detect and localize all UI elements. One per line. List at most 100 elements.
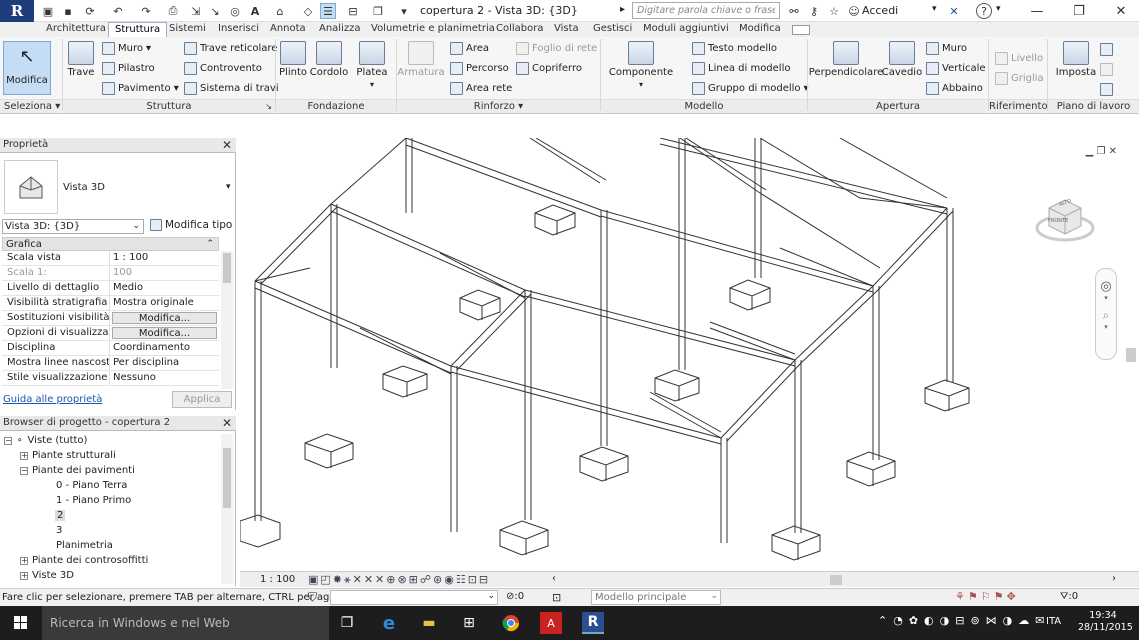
group-seleziona[interactable]: Seleziona ▾ [0, 99, 62, 113]
close-hidden-icon[interactable]: ⊟ [345, 3, 361, 19]
design-option-dropdown[interactable]: Modello principale ⌄ [591, 590, 721, 605]
tree-item[interactable]: 3 [56, 525, 62, 536]
platea-button[interactable]: Platea ▾ [354, 41, 390, 89]
scroll-thumb[interactable] [223, 448, 231, 508]
edit-display-options-button[interactable]: Modifica... [112, 327, 217, 339]
3d-viewport[interactable]: ▁ ❐ ✕ ALTO FRONTE ◎ ▾ ⌕ ▾ [240, 138, 1139, 571]
apply-button[interactable]: Applica [172, 391, 232, 408]
copriferro-button[interactable]: Copriferro [516, 62, 582, 75]
percorso-button[interactable]: Percorso [450, 62, 509, 75]
favorites-star-icon[interactable]: ☆ [826, 3, 842, 19]
task-view-icon[interactable]: ❐ [336, 612, 358, 634]
property-row[interactable]: Disciplina Coordinamento [2, 341, 219, 356]
perpendicolare-button[interactable]: Perpendicolare [809, 41, 883, 78]
muro-apertura-button[interactable]: Muro [926, 42, 967, 55]
restore-icon[interactable]: ❐ [1062, 0, 1096, 22]
search-expand-icon[interactable]: ▸ [620, 4, 625, 15]
binoculars-icon[interactable]: ⚯ [786, 3, 802, 19]
tree-item[interactable]: − ⚬ Viste (tutto) [4, 435, 87, 446]
section-grafica[interactable]: Grafica ⌃ [2, 237, 219, 251]
show-workplane-icon[interactable] [1100, 43, 1113, 56]
gruppo-modello-button[interactable]: Gruppo di modello ▾ [692, 82, 809, 95]
tab-moduli-aggiuntivi[interactable]: Moduli aggiuntivi [637, 22, 735, 37]
tree-item[interactable]: Planimetria [56, 540, 113, 551]
system-tray-icons[interactable]: ⌃◔✿◐◑⊟⊚⋈◑☁✉ [878, 614, 1050, 627]
property-row[interactable]: Sostituzioni visibilità/...Modifica... [2, 311, 219, 326]
tree-item-selected[interactable]: 2 [55, 510, 66, 521]
livello-button[interactable]: Livello [995, 52, 1043, 65]
testo-modello-button[interactable]: Testo modello [692, 42, 777, 55]
properties-scrollbar[interactable] [221, 251, 233, 389]
customize-qat-icon[interactable]: ▾ [396, 3, 412, 19]
tab-architettura[interactable]: Architettura [40, 22, 112, 37]
tab-modifica[interactable]: Modifica [733, 22, 787, 37]
dimension-icon[interactable]: ↘ [207, 3, 223, 19]
modifica-button[interactable]: ↖ Modifica [3, 41, 51, 95]
selection-toggle-icons[interactable]: ⚘⚑⚐⚑✥ [955, 590, 1019, 603]
dialog-launcher-icon[interactable]: ↘ [265, 100, 272, 114]
collapse-icon[interactable]: − [20, 466, 28, 475]
tab-struttura[interactable]: Struttura [108, 22, 168, 37]
modifica-tipo-button[interactable]: Modifica tipo [150, 219, 232, 231]
view-control-icons[interactable]: ▣◰✸⚹✕✕✕⊕⊗⊞☍⊛◉☷⊡⊟ [308, 573, 490, 587]
scroll-thumb[interactable] [223, 253, 231, 283]
search-input[interactable] [632, 2, 780, 19]
close-icon[interactable]: ✕ [1104, 0, 1138, 22]
property-row[interactable]: Livello di dettaglio Medio [2, 281, 219, 296]
expand-icon[interactable]: + [20, 556, 28, 565]
expand-icon[interactable]: + [20, 451, 28, 460]
3d-view-icon[interactable]: ⌂ [272, 3, 288, 19]
viewcube[interactable]: ALTO FRONTE [1035, 190, 1095, 250]
scroll-left-icon[interactable]: ‹ [552, 573, 556, 584]
view-window-controls[interactable]: ▁ ❐ ✕ [1086, 146, 1117, 157]
property-row[interactable]: Scala vista 1 : 100 [2, 251, 219, 266]
property-value[interactable]: Medio [110, 281, 219, 295]
tree-item[interactable]: + Piante strutturali [20, 450, 116, 461]
property-row[interactable]: Stile visualizzazione a...Nessuno [2, 371, 219, 386]
trave-reticolare-button[interactable]: Trave reticolare [184, 42, 277, 55]
tag-icon[interactable]: ◎ [227, 3, 243, 19]
viewport-scrollbar[interactable] [1126, 348, 1136, 362]
tab-gestisci[interactable]: Gestisci [587, 22, 638, 37]
steering-wheel-icon[interactable]: ◎ [1096, 279, 1116, 294]
print-icon[interactable]: ⎙ [165, 3, 181, 19]
type-dropdown-icon[interactable]: ▾ [226, 182, 231, 192]
edit-visibility-button[interactable]: Modifica... [112, 312, 217, 324]
chrome-icon[interactable] [500, 612, 522, 634]
taskbar-search[interactable]: Ricerca in Windows e nel Web [42, 606, 329, 640]
property-value[interactable]: 1 : 100 [110, 251, 219, 265]
expand-icon[interactable]: + [20, 571, 28, 580]
abbaino-button[interactable]: Abbaino [926, 82, 983, 95]
viewer-icon[interactable] [1100, 83, 1113, 96]
tab-volumetrie[interactable]: Volumetrie e planimetria [365, 22, 501, 37]
tab-sistemi[interactable]: Sistemi [163, 22, 212, 37]
horizontal-scroll-thumb[interactable] [830, 575, 842, 585]
foglio-rete-button[interactable]: Foglio di rete [516, 42, 597, 55]
measure-icon[interactable]: ⇲ [188, 3, 204, 19]
cordolo-button[interactable]: Cordolo [310, 41, 348, 78]
property-value[interactable]: Coordinamento [110, 341, 219, 355]
revit-taskbar-icon[interactable]: R [582, 612, 604, 634]
filter-count[interactable]: ⛛:0 [1060, 591, 1078, 602]
tree-item[interactable]: − Piante dei pavimenti [20, 465, 135, 476]
sign-in-button[interactable]: Accedi [862, 4, 898, 17]
property-row[interactable]: Visibilità stratigrafia Mostra originale [2, 296, 219, 311]
tab-vista[interactable]: Vista [548, 22, 585, 37]
componente-button[interactable]: Componente ▾ [608, 41, 674, 89]
pilastro-button[interactable]: Pilastro [102, 62, 155, 75]
chevron-down-icon[interactable]: ▾ [1096, 323, 1116, 331]
application-menu-button[interactable]: R [0, 0, 34, 22]
property-value[interactable]: Per disciplina [110, 356, 219, 370]
help-dropdown-icon[interactable]: ▾ [996, 4, 1001, 14]
help-icon[interactable]: ? [976, 3, 992, 19]
system-clock[interactable]: 19:34 28/11/2015 [1078, 610, 1133, 634]
user-icon[interactable]: ☺ [846, 3, 862, 19]
language-indicator[interactable]: ITA [1046, 616, 1061, 627]
browser-scrollbar[interactable] [221, 434, 233, 584]
edge-icon[interactable]: e [378, 612, 400, 634]
view-scale[interactable]: 1 : 100 [260, 574, 295, 585]
save-icon[interactable]: ▪ [60, 3, 76, 19]
windows-start-button[interactable] [0, 606, 42, 640]
zoom-icon[interactable]: ⌕ [1096, 308, 1116, 323]
open-icon[interactable]: ▣ [40, 3, 56, 19]
